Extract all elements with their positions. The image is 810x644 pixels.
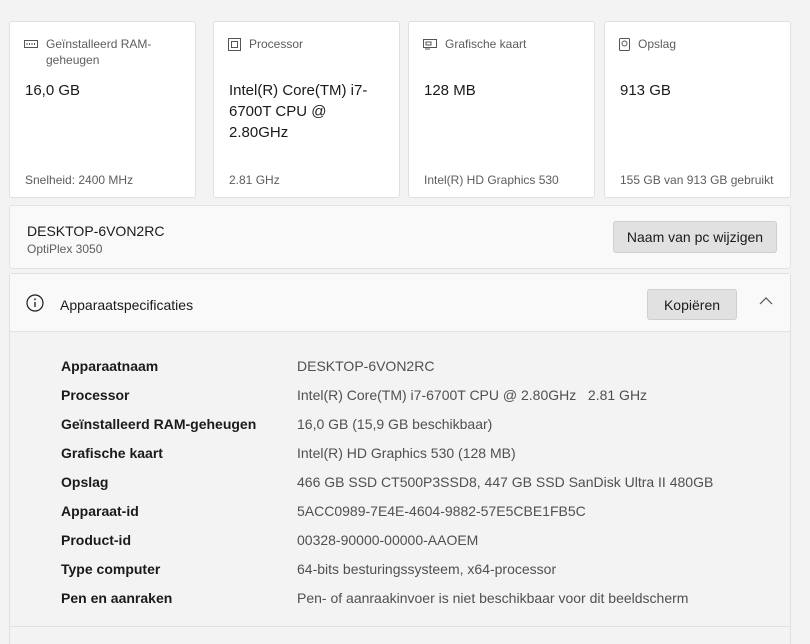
processor-icon bbox=[228, 38, 241, 51]
spec-row-device-name: Apparaatnaam DESKTOP-6VON2RC bbox=[10, 358, 790, 387]
card-storage-value: 913 GB bbox=[620, 82, 671, 99]
card-processor-sub: 2.81 GHz bbox=[229, 173, 280, 187]
spec-row-device-id: Apparaat-id 5ACC0989-7E4E-4604-9882-57E5… bbox=[10, 503, 790, 532]
card-ram-value: 16,0 GB bbox=[25, 82, 81, 99]
card-ram: Geïnstalleerd RAM-geheugen 16,0 GB Snelh… bbox=[9, 21, 196, 198]
spec-value: Intel(R) Core(TM) i7-6700T CPU @ 2.80GHz… bbox=[297, 387, 648, 403]
card-processor: Processor Intel(R) Core(TM) i7-6700T CPU… bbox=[213, 21, 400, 198]
spec-value: 466 GB SSD CT500P3SSD8, 447 GB SSD SanDi… bbox=[297, 474, 714, 490]
card-storage: Opslag 913 GB 155 GB van 913 GB gebruikt bbox=[604, 21, 791, 198]
card-graphics-sub: Intel(R) HD Graphics 530 bbox=[424, 173, 559, 187]
spec-key: Pen en aanraken bbox=[61, 590, 173, 606]
info-icon bbox=[26, 294, 44, 312]
spec-key: Type computer bbox=[61, 561, 161, 577]
spec-row-product-id: Product-id 00328-90000-00000-AAOEM bbox=[10, 532, 790, 561]
ram-icon bbox=[24, 40, 38, 48]
card-processor-value: Intel(R) Core(TM) i7-6700T CPU @ 2.80GHz bbox=[229, 82, 368, 141]
spec-list: Apparaatnaam DESKTOP-6VON2RC Processor I… bbox=[10, 358, 790, 619]
spec-row-system-type: Type computer 64-bits besturingssysteem,… bbox=[10, 561, 790, 590]
spec-row-pen-touch: Pen en aanraken Pen- of aanraakinvoer is… bbox=[10, 590, 790, 619]
rename-pc-button[interactable]: Naam van pc wijzigen bbox=[613, 221, 777, 253]
spec-row-graphics: Grafische kaart Intel(R) HD Graphics 530… bbox=[10, 445, 790, 474]
spec-value: Intel(R) HD Graphics 530 (128 MB) bbox=[297, 445, 516, 461]
spec-row-ram: Geïnstalleerd RAM-geheugen 16,0 GB (15,9… bbox=[10, 416, 790, 445]
spec-value: 64-bits besturingssysteem, x64-processor bbox=[297, 561, 557, 577]
device-specifications-header[interactable]: Apparaatspecificaties Kopiëren bbox=[10, 274, 790, 332]
spec-key: Geïnstalleerd RAM-geheugen bbox=[61, 416, 257, 432]
spec-key: Apparaat-id bbox=[61, 503, 139, 519]
spec-value: 5ACC0989-7E4E-4604-9882-57E5CBE1FB5C bbox=[297, 503, 586, 519]
spec-key: Product-id bbox=[61, 532, 131, 548]
device-specifications-panel: Apparaatspecificaties Kopiëren Apparaatn… bbox=[9, 273, 791, 644]
pc-name: DESKTOP-6VON2RC bbox=[27, 223, 165, 239]
spec-row-storage: Opslag 466 GB SSD CT500P3SSD8, 447 GB SS… bbox=[10, 474, 790, 503]
storage-icon bbox=[619, 38, 630, 51]
card-graphics-value: 128 MB bbox=[424, 82, 476, 99]
device-specifications-title: Apparaatspecificaties bbox=[60, 297, 194, 313]
card-storage-sub: 155 GB van 913 GB gebruikt bbox=[620, 173, 774, 187]
spec-key: Apparaatnaam bbox=[61, 358, 159, 374]
spec-key: Grafische kaart bbox=[61, 445, 163, 461]
spec-value: DESKTOP-6VON2RC bbox=[297, 358, 435, 374]
spec-value: 00328-90000-00000-AAOEM bbox=[297, 532, 479, 548]
spec-value: 16,0 GB (15,9 GB beschikbaar) bbox=[297, 416, 493, 432]
card-graphics: Grafische kaart 128 MB Intel(R) HD Graph… bbox=[408, 21, 595, 198]
divider bbox=[9, 626, 791, 627]
spec-row-processor: Processor Intel(R) Core(TM) i7-6700T CPU… bbox=[10, 387, 790, 416]
card-ram-sub: Snelheid: 2400 MHz bbox=[25, 173, 134, 187]
spec-key: Processor bbox=[61, 387, 130, 403]
summary-cards: Geïnstalleerd RAM-geheugen 16,0 GB Snelh… bbox=[9, 21, 791, 198]
pc-model: OptiPlex 3050 bbox=[27, 242, 103, 256]
chevron-up-icon[interactable] bbox=[759, 296, 773, 305]
copy-button[interactable]: Kopiëren bbox=[647, 289, 737, 320]
card-graphics-caption: Grafische kaart bbox=[445, 37, 527, 51]
card-ram-caption: Geïnstalleerd RAM-geheugen bbox=[46, 37, 152, 67]
pc-name-panel: DESKTOP-6VON2RC OptiPlex 3050 Naam van p… bbox=[9, 205, 791, 269]
card-processor-caption: Processor bbox=[249, 37, 304, 51]
card-storage-caption: Opslag bbox=[638, 37, 677, 51]
spec-key: Opslag bbox=[61, 474, 109, 490]
spec-value: Pen- of aanraakinvoer is niet beschikbaa… bbox=[297, 590, 689, 606]
graphics-card-icon bbox=[423, 39, 437, 50]
